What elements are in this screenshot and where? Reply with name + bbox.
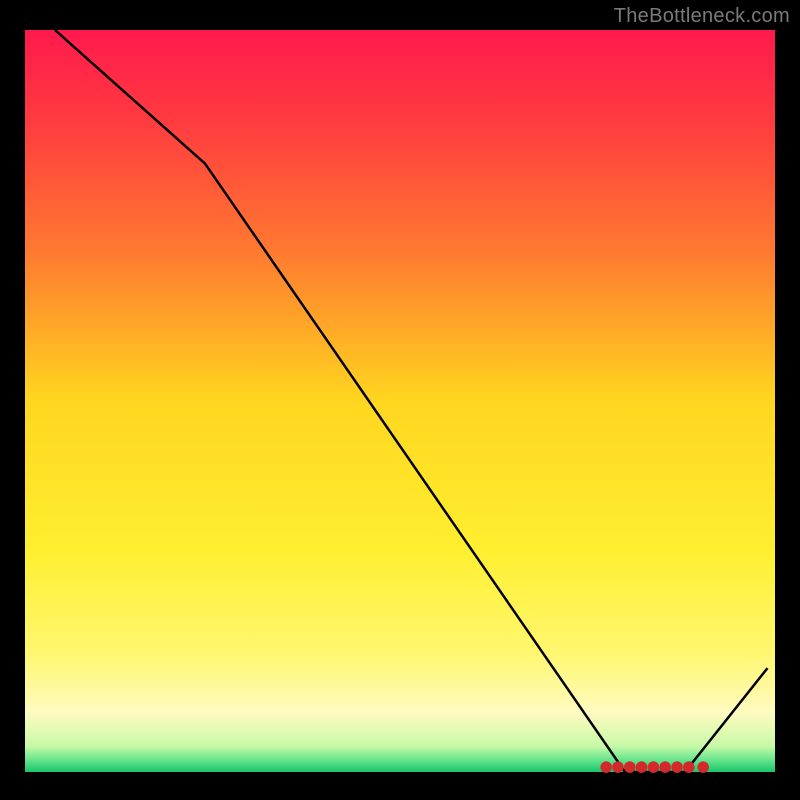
plot-area — [25, 30, 775, 772]
chart-frame: TheBottleneck.com ⬤⬤⬤⬤⬤⬤⬤⬤ ⬤ — [0, 0, 800, 800]
gradient-rect — [25, 30, 775, 772]
watermark-text: TheBottleneck.com — [614, 5, 790, 28]
